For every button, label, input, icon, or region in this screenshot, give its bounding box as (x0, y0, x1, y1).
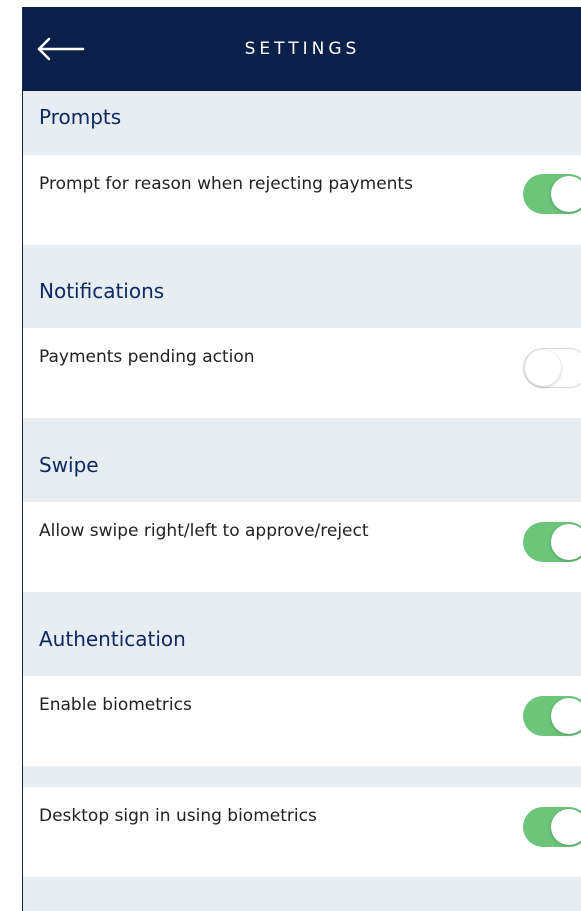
setting-row-payments-pending: Payments pending action (23, 328, 581, 418)
toggle-knob (551, 176, 581, 212)
section-title-prompts: Prompts (39, 105, 122, 129)
toggle-knob (551, 698, 581, 734)
setting-label-desktop-biometrics: Desktop sign in using biometrics (39, 806, 317, 826)
section-title-authentication: Authentication (39, 627, 186, 651)
toggle-swipe[interactable] (523, 522, 581, 562)
section-header-authentication: Authentication (23, 613, 581, 661)
setting-row-desktop-biometrics: Desktop sign in using biometrics (23, 787, 581, 877)
settings-screen: SETTINGS Prompts Prompt for reason when … (22, 7, 581, 911)
toggle-prompt-reason[interactable] (523, 174, 581, 214)
setting-label-biometrics: Enable biometrics (39, 695, 192, 715)
section-title-swipe: Swipe (39, 453, 99, 477)
top-bar: SETTINGS (23, 7, 581, 91)
toggle-knob (551, 809, 581, 845)
setting-row-biometrics: Enable biometrics (23, 676, 581, 766)
section-header-notifications: Notifications (23, 265, 581, 313)
toggle-knob (551, 524, 581, 560)
section-header-swipe: Swipe (23, 439, 581, 487)
setting-label-payments-pending: Payments pending action (39, 347, 255, 367)
section-header-prompts: Prompts (23, 91, 581, 139)
toggle-knob (525, 350, 561, 386)
page-title: SETTINGS (244, 39, 361, 59)
section-title-notifications: Notifications (39, 279, 165, 303)
setting-row-swipe: Allow swipe right/left to approve/reject (23, 502, 581, 592)
setting-label-swipe: Allow swipe right/left to approve/reject (39, 521, 369, 541)
setting-label-prompt-reason: Prompt for reason when rejecting payment… (39, 174, 413, 194)
toggle-desktop-biometrics[interactable] (523, 807, 581, 847)
toggle-biometrics[interactable] (523, 696, 581, 736)
setting-row-prompt-reason: Prompt for reason when rejecting payment… (23, 155, 581, 245)
toggle-payments-pending[interactable] (523, 348, 581, 388)
